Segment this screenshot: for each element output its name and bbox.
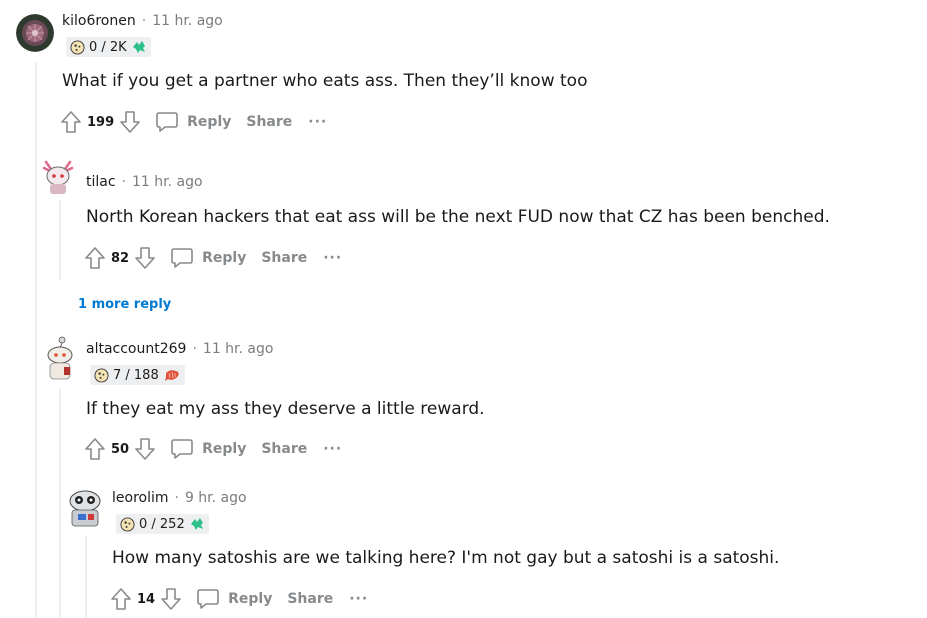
separator-dot: ·	[192, 341, 197, 357]
comment-meta: altaccount269 · 11 hr. ago	[86, 341, 273, 357]
shrimp-icon	[164, 370, 179, 381]
share-button[interactable]: Share	[261, 250, 307, 266]
separator-dot: ·	[141, 13, 147, 29]
username[interactable]: altaccount269	[86, 341, 186, 357]
downvote-icon[interactable]	[119, 110, 141, 134]
reply-button[interactable]: Reply	[155, 111, 231, 133]
username[interactable]: leorolim	[112, 490, 169, 506]
timestamp[interactable]: 9 hr. ago	[185, 490, 247, 506]
avatar[interactable]	[16, 14, 54, 52]
avatar[interactable]	[38, 156, 78, 196]
username[interactable]: kilo6ronen	[62, 13, 136, 29]
timestamp[interactable]: 11 hr. ago	[152, 13, 223, 29]
user-flair: 0 / 252	[116, 514, 209, 534]
avatar[interactable]	[40, 336, 80, 382]
comment-actions: 82 Reply Share ···	[84, 245, 342, 271]
comment-body: If they eat my ass they deserve a little…	[86, 399, 485, 419]
flair-text: 0 / 2K	[89, 39, 127, 55]
downvote-icon[interactable]	[160, 587, 182, 611]
thread-line-root[interactable]	[35, 62, 37, 618]
comment-body: How many satoshis are we talking here? I…	[112, 548, 780, 568]
avatar-image	[64, 486, 106, 530]
comment-actions: 14 Reply Share ···	[110, 586, 368, 612]
kudos-leaf-icon	[132, 41, 145, 53]
avatar[interactable]	[64, 486, 106, 530]
vote-score: 82	[111, 250, 130, 266]
comment-bubble-icon	[171, 248, 193, 268]
more-options-button[interactable]: ···	[323, 250, 342, 266]
moon-coin-icon	[120, 516, 135, 532]
reply-label: Reply	[187, 114, 232, 130]
upvote-icon[interactable]	[84, 246, 106, 270]
thread-line-reply-2[interactable]	[59, 388, 61, 618]
more-options-button[interactable]: ···	[308, 114, 327, 130]
separator-dot: ·	[121, 174, 126, 190]
reply-label: Reply	[228, 591, 273, 607]
downvote-icon[interactable]	[134, 437, 156, 461]
thread-line-reply-1[interactable]	[59, 200, 61, 280]
timestamp[interactable]: 11 hr. ago	[203, 341, 274, 357]
share-button[interactable]: Share	[246, 114, 292, 130]
comment-meta: kilo6ronen · 11 hr. ago	[62, 13, 223, 29]
flair-text: 7 / 188	[113, 367, 159, 383]
flair-text: 0 / 252	[139, 516, 185, 532]
moon-coin-icon	[70, 39, 85, 55]
share-button[interactable]: Share	[261, 441, 307, 457]
comment-actions: 199 Reply Share ···	[60, 109, 327, 135]
user-flair: 7 / 188	[90, 365, 185, 385]
more-replies-link[interactable]: 1 more reply	[78, 297, 171, 312]
reply-button[interactable]: Reply	[196, 588, 272, 610]
vote-score: 14	[137, 591, 156, 607]
reply-button[interactable]: Reply	[170, 247, 246, 269]
more-options-button[interactable]: ···	[349, 591, 368, 607]
vote-score: 50	[111, 441, 130, 457]
comment-body: North Korean hackers that eat ass will b…	[86, 207, 830, 227]
avatar-image	[40, 336, 80, 382]
thread-line-reply-3[interactable]	[85, 536, 87, 618]
moon-coin-icon	[94, 367, 109, 383]
avatar-image	[16, 14, 54, 52]
timestamp[interactable]: 11 hr. ago	[132, 174, 203, 190]
upvote-icon[interactable]	[60, 110, 82, 134]
reply-button[interactable]: Reply	[170, 438, 246, 460]
more-options-button[interactable]: ···	[323, 441, 342, 457]
kudos-leaf-icon	[190, 518, 203, 530]
comment-actions: 50 Reply Share ···	[84, 436, 342, 462]
avatar-image	[38, 156, 78, 196]
reply-label: Reply	[202, 250, 247, 266]
comment-meta: leorolim · 9 hr. ago	[112, 490, 247, 506]
upvote-icon[interactable]	[110, 587, 132, 611]
downvote-icon[interactable]	[134, 246, 156, 270]
username[interactable]: tilac	[86, 174, 116, 190]
reply-label: Reply	[202, 441, 247, 457]
comment-bubble-icon	[171, 439, 193, 459]
comment-bubble-icon	[197, 589, 219, 609]
upvote-icon[interactable]	[84, 437, 106, 461]
vote-score: 199	[87, 114, 115, 130]
share-button[interactable]: Share	[287, 591, 333, 607]
separator-dot: ·	[174, 490, 179, 506]
comment-bubble-icon	[156, 112, 178, 132]
comment-meta: tilac · 11 hr. ago	[86, 174, 203, 190]
user-flair: 0 / 2K	[66, 37, 151, 57]
comment-body: What if you get a partner who eats ass. …	[62, 71, 588, 91]
